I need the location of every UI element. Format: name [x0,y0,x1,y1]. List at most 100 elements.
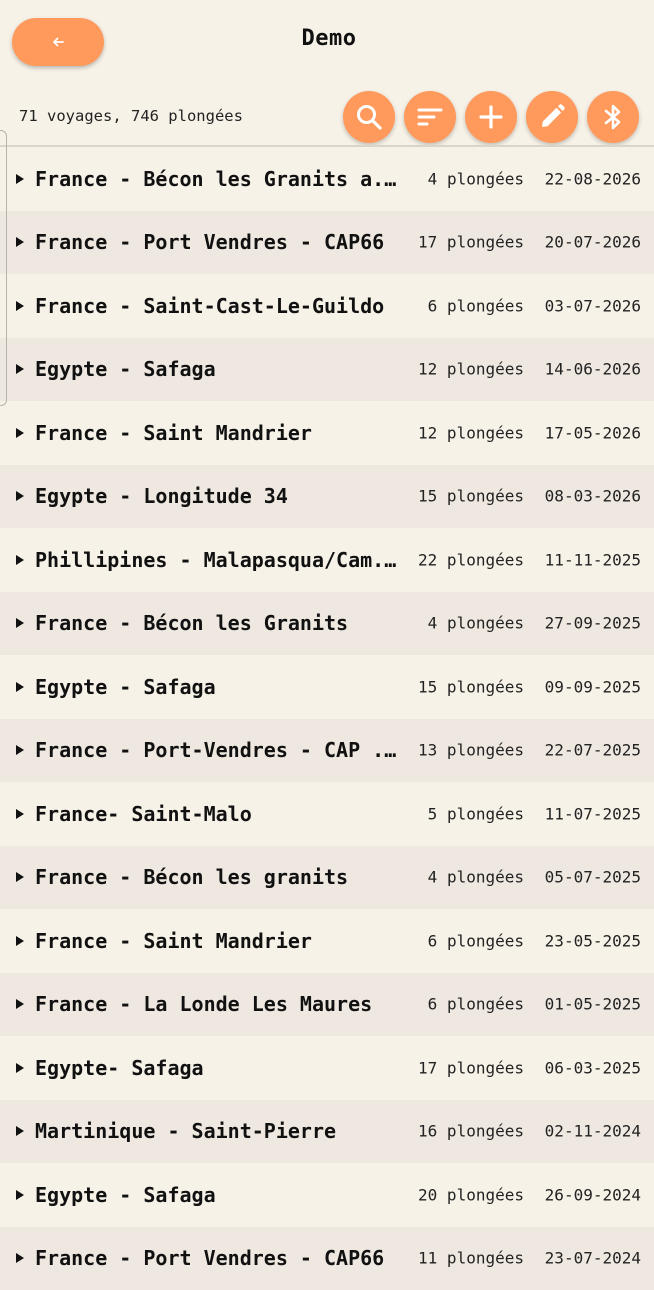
dive-count: 15 plongées [418,487,524,506]
expand-arrow-icon[interactable] [16,936,24,946]
expand-arrow-icon[interactable] [16,872,24,882]
expand-arrow-icon[interactable] [16,682,24,692]
dive-count: 17 plongées [418,233,524,252]
trip-row[interactable]: Egypte - Safaga 12 plongées 14-06-2026 [0,338,654,402]
trip-date: 23-07-2024 [545,1249,641,1268]
dive-count: 6 plongées [428,296,524,315]
sort-button[interactable] [404,91,456,143]
bluetooth-icon [598,102,628,132]
expand-arrow-icon[interactable] [16,555,24,565]
scroll-indicator[interactable] [0,130,7,406]
trip-date: 20-07-2026 [545,233,641,252]
expand-arrow-icon[interactable] [16,1190,24,1200]
trip-row[interactable]: Egypte- Safaga 17 plongées 06-03-2025 [0,1036,654,1100]
trip-date: 09-09-2025 [545,677,641,696]
expand-arrow-icon[interactable] [16,1253,24,1263]
toolbar: 71 voyages, 746 plongées [0,90,654,144]
expand-arrow-icon[interactable] [16,745,24,755]
expand-arrow-icon[interactable] [16,301,24,311]
trip-date: 11-07-2025 [545,804,641,823]
trip-name: France - Port Vendres - CAP66 [35,1246,401,1270]
trip-name: France - Bécon les Granits [35,611,401,635]
dive-count: 16 plongées [418,1122,524,1141]
trip-name: Egypte - Safaga [35,357,401,381]
trip-date: 26-09-2024 [545,1185,641,1204]
pencil-icon [537,102,567,132]
trip-date: 27-09-2025 [545,614,641,633]
trip-date: 17-05-2026 [545,423,641,442]
trip-row[interactable]: France - Port-Vendres - CAP ... 13 plong… [0,719,654,783]
trip-name: France - Bécon les Granits a... [35,167,401,191]
trip-row[interactable]: France - Bécon les granits 4 plongées 05… [0,846,654,910]
dive-count: 5 plongées [428,804,524,823]
dive-count: 12 plongées [418,423,524,442]
trip-row[interactable]: Egypte - Longitude 34 15 plongées 08-03-… [0,465,654,529]
add-trip-button[interactable] [465,91,517,143]
dive-count: 15 plongées [418,677,524,696]
bluetooth-button[interactable] [587,91,639,143]
trip-row[interactable]: France - Port Vendres - CAP66 17 plongée… [0,211,654,275]
trip-name: France - La Londe Les Maures [35,992,401,1016]
expand-arrow-icon[interactable] [16,174,24,184]
trip-name: France - Bécon les granits [35,865,401,889]
trip-name: Phillipines - Malapasqua/Cam... [35,548,401,572]
trip-row[interactable]: Phillipines - Malapasqua/Cam... 22 plong… [0,528,654,592]
expand-arrow-icon[interactable] [16,491,24,501]
expand-arrow-icon[interactable] [16,1126,24,1136]
trip-name: France - Saint Mandrier [35,421,401,445]
search-icon [354,102,384,132]
expand-arrow-icon[interactable] [16,618,24,628]
expand-arrow-icon[interactable] [16,364,24,374]
trip-name: France- Saint-Malo [35,802,401,826]
trip-row[interactable]: France - Saint Mandrier 6 plongées 23-05… [0,909,654,973]
trip-row[interactable]: France - Port Vendres - CAP66 11 plongée… [0,1227,654,1290]
edit-button[interactable] [526,91,578,143]
dive-count: 12 plongées [418,360,524,379]
trip-date: 02-11-2024 [545,1122,641,1141]
trip-row[interactable]: Egypte - Safaga 15 plongées 09-09-2025 [0,655,654,719]
dive-count: 4 plongées [428,868,524,887]
trip-row[interactable]: France- Saint-Malo 5 plongées 11-07-2025 [0,782,654,846]
dive-count: 6 plongées [428,995,524,1014]
expand-arrow-icon[interactable] [16,237,24,247]
dive-count: 4 plongées [428,614,524,633]
trip-summary: 71 voyages, 746 plongées [19,107,243,125]
trip-row[interactable]: France - Bécon les Granits a... 4 plongé… [0,147,654,211]
trip-date: 08-03-2026 [545,487,641,506]
trip-name: Egypte - Safaga [35,1183,401,1207]
dive-count: 11 plongées [418,1249,524,1268]
expand-arrow-icon[interactable] [16,809,24,819]
app-header: Demo [0,0,654,86]
trip-row[interactable]: France - Bécon les Granits 4 plongées 27… [0,592,654,656]
trip-name: Egypte - Safaga [35,675,401,699]
trip-name: France - Saint Mandrier [35,929,401,953]
dive-count: 17 plongées [418,1058,524,1077]
trip-date: 06-03-2025 [545,1058,641,1077]
trip-name: Egypte- Safaga [35,1056,401,1080]
dive-count: 4 plongées [428,169,524,188]
expand-arrow-icon[interactable] [16,999,24,1009]
trip-date: 22-07-2025 [545,741,641,760]
expand-arrow-icon[interactable] [16,428,24,438]
dive-count: 22 plongées [418,550,524,569]
page-title: Demo [0,26,654,51]
trip-row[interactable]: Egypte - Safaga 20 plongées 26-09-2024 [0,1163,654,1227]
expand-arrow-icon[interactable] [16,1063,24,1073]
search-button[interactable] [343,91,395,143]
trip-date: 22-08-2026 [545,169,641,188]
sort-icon [415,102,445,132]
dive-count: 13 plongées [418,741,524,760]
trip-date: 03-07-2026 [545,296,641,315]
trip-list: France - Bécon les Granits a... 4 plongé… [0,147,654,1290]
trip-date: 11-11-2025 [545,550,641,569]
trip-row[interactable]: France - Saint Mandrier 12 plongées 17-0… [0,401,654,465]
trip-name: Martinique - Saint-Pierre [35,1119,401,1143]
trip-row[interactable]: France - Saint-Cast-Le-Guildo 6 plongées… [0,274,654,338]
dive-count: 6 plongées [428,931,524,950]
trip-date: 23-05-2025 [545,931,641,950]
trip-row[interactable]: France - La Londe Les Maures 6 plongées … [0,973,654,1037]
trip-date: 05-07-2025 [545,868,641,887]
trip-row[interactable]: Martinique - Saint-Pierre 16 plongées 02… [0,1100,654,1164]
dive-count: 20 plongées [418,1185,524,1204]
trip-name: France - Saint-Cast-Le-Guildo [35,294,401,318]
